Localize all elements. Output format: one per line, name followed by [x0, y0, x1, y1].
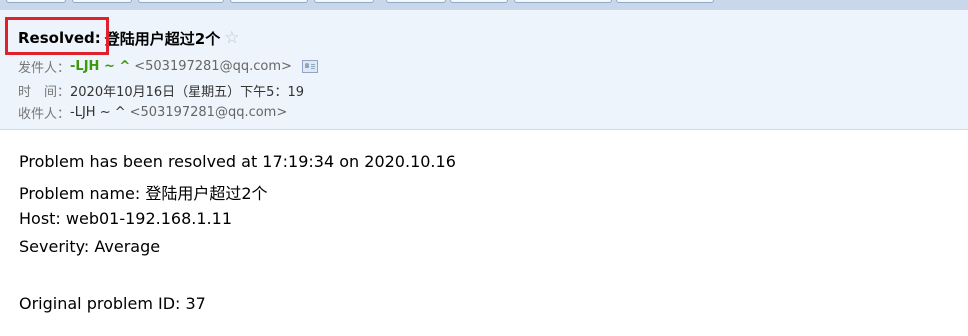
toolbar-button[interactable] — [72, 0, 132, 3]
contact-card-icon[interactable] — [301, 60, 318, 73]
subject-title: 登陆用户超过2个 — [104, 29, 221, 48]
toolbar-button[interactable] — [138, 0, 224, 3]
toolbar-button[interactable] — [616, 0, 714, 3]
toolbar-button[interactable] — [6, 0, 66, 3]
toolbar-button[interactable] — [230, 0, 308, 3]
body-line-resolved: Problem has been resolved at 17:19:34 on… — [19, 152, 456, 171]
recipient-name[interactable]: -LJH ~ ^ — [70, 105, 126, 120]
highlight-annotation — [5, 17, 109, 55]
from-row: 发件人： -LJH ~ ^ <503197281@qq.com> — [18, 57, 318, 76]
body-line-severity: Severity: Average — [19, 237, 161, 256]
body-line-problem-id: Original problem ID: 37 — [19, 294, 206, 313]
body-line-host: Host: web01-192.168.1.11 — [19, 209, 232, 228]
toolbar-button[interactable] — [314, 0, 374, 3]
sender-name[interactable]: -LJH ~ ^ — [70, 59, 130, 74]
toolbar-button[interactable] — [514, 0, 612, 3]
toolbar-button[interactable] — [450, 0, 508, 3]
recipient-address[interactable]: <503197281@qq.com> — [130, 105, 288, 120]
to-row: 收件人： -LJH ~ ^ <503197281@qq.com> — [18, 103, 287, 122]
star-icon[interactable]: ☆ — [224, 28, 239, 48]
from-label: 发件人： — [18, 61, 71, 76]
sender-address[interactable]: <503197281@qq.com> — [134, 59, 292, 74]
to-label: 收件人： — [18, 107, 71, 122]
toolbar-button[interactable] — [386, 0, 446, 3]
toolbar — [0, 0, 968, 10]
time-label: 时 间： — [18, 85, 71, 100]
time-value: 2020年10月16日（星期五）下午5：19 — [70, 85, 304, 100]
body-line-problem-name: Problem name: 登陆用户超过2个 — [19, 184, 268, 203]
time-row: 时 间： 2020年10月16日（星期五）下午5：19 — [18, 81, 304, 100]
mail-header: Resolved: 登陆用户超过2个 ☆ 发件人： -LJH ~ ^ <5031… — [0, 10, 968, 130]
